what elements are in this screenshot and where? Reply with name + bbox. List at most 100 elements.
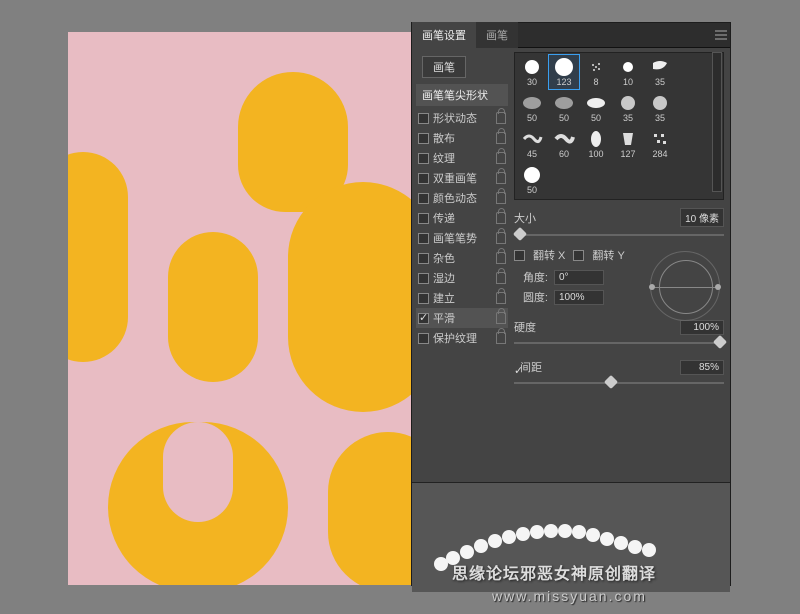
- art-shape: [288, 182, 411, 412]
- angle-control[interactable]: [650, 251, 720, 321]
- option-label: 平滑: [433, 310, 494, 326]
- brush-preset-cell[interactable]: 45: [517, 127, 547, 161]
- brush-grid-scrollbar[interactable]: [712, 52, 722, 192]
- preview-dot: [544, 524, 558, 538]
- brush-option-row[interactable]: 画笔笔势: [416, 228, 508, 248]
- brush-preset-cell[interactable]: 50: [517, 91, 547, 125]
- brush-option-row[interactable]: 颜色动态: [416, 188, 508, 208]
- option-label: 双重画笔: [433, 170, 494, 186]
- lock-icon[interactable]: [496, 252, 506, 264]
- preview-dot: [642, 543, 656, 557]
- preview-dot: [628, 540, 642, 554]
- brush-preset-cell[interactable]: [613, 163, 643, 197]
- brush-preset-cell[interactable]: [677, 127, 707, 161]
- brush-preset-cell[interactable]: [677, 55, 707, 89]
- option-checkbox[interactable]: [418, 293, 429, 304]
- brush-option-row[interactable]: 保护纹理: [416, 328, 508, 348]
- option-checkbox[interactable]: [418, 113, 429, 124]
- option-checkbox[interactable]: [418, 213, 429, 224]
- lock-icon[interactable]: [496, 212, 506, 224]
- brush-preset-cell[interactable]: 100: [581, 127, 611, 161]
- lock-icon[interactable]: [496, 112, 506, 124]
- brush-presets-button[interactable]: 画笔: [422, 56, 466, 78]
- angle-input[interactable]: 0°: [554, 270, 604, 285]
- lock-icon[interactable]: [496, 232, 506, 244]
- brush-preset-cell[interactable]: 50: [517, 163, 547, 197]
- flip-y-checkbox[interactable]: [573, 250, 584, 261]
- option-label: 杂色: [433, 250, 494, 266]
- art-shape: [328, 432, 411, 585]
- spacing-input[interactable]: 85%: [680, 360, 724, 375]
- option-label: 散布: [433, 130, 494, 146]
- lock-icon[interactable]: [496, 312, 506, 324]
- option-checkbox[interactable]: [418, 193, 429, 204]
- spacing-slider[interactable]: [514, 377, 724, 389]
- brush-preset-cell[interactable]: 35: [613, 91, 643, 125]
- option-checkbox[interactable]: [418, 173, 429, 184]
- option-label: 保护纹理: [433, 330, 494, 346]
- option-label: 湿边: [433, 270, 494, 286]
- brush-preset-cell[interactable]: 123: [549, 55, 579, 89]
- tab-brush[interactable]: 画笔: [476, 22, 518, 48]
- brush-option-row[interactable]: 纹理: [416, 148, 508, 168]
- brush-preset-cell[interactable]: 30: [517, 55, 547, 89]
- size-label: 大小: [514, 210, 680, 226]
- lock-icon[interactable]: [496, 192, 506, 204]
- preview-dot: [530, 525, 544, 539]
- option-checkbox[interactable]: [418, 313, 429, 324]
- brush-preset-cell[interactable]: [581, 163, 611, 197]
- roundness-input[interactable]: 100%: [554, 290, 604, 305]
- brush-preset-cell[interactable]: 284: [645, 127, 675, 161]
- option-checkbox[interactable]: [418, 133, 429, 144]
- panel-menu-icon[interactable]: [712, 26, 730, 44]
- brush-preset-cell[interactable]: 35: [645, 55, 675, 89]
- lock-icon[interactable]: [496, 152, 506, 164]
- size-slider[interactable]: [514, 229, 724, 241]
- brush-option-row[interactable]: 湿边: [416, 268, 508, 288]
- preview-dot: [586, 528, 600, 542]
- brush-tip-shape-row[interactable]: 画笔笔尖形状: [416, 84, 508, 106]
- brush-preset-cell[interactable]: 60: [549, 127, 579, 161]
- brush-preset-cell[interactable]: 127: [613, 127, 643, 161]
- brush-preset-cell[interactable]: [549, 163, 579, 197]
- brush-preset-cell[interactable]: [677, 91, 707, 125]
- brush-preset-cell[interactable]: [645, 163, 675, 197]
- brush-preset-cell[interactable]: 35: [645, 91, 675, 125]
- art-shape: [68, 152, 128, 362]
- brush-preset-cell[interactable]: 50: [549, 91, 579, 125]
- option-checkbox[interactable]: [418, 153, 429, 164]
- brush-option-row[interactable]: 双重画笔: [416, 168, 508, 188]
- tab-brush-settings[interactable]: 画笔设置: [412, 22, 476, 48]
- hardness-input[interactable]: 100%: [680, 320, 724, 335]
- option-checkbox[interactable]: [418, 333, 429, 344]
- canvas-area[interactable]: [68, 32, 411, 585]
- option-label: 建立: [433, 290, 494, 306]
- hardness-slider[interactable]: [514, 337, 724, 349]
- brush-option-row[interactable]: 建立: [416, 288, 508, 308]
- option-checkbox[interactable]: [418, 233, 429, 244]
- brush-option-row[interactable]: 散布: [416, 128, 508, 148]
- preview-dot: [600, 532, 614, 546]
- art-shape-cut: [163, 422, 233, 522]
- preview-dot: [614, 536, 628, 550]
- brush-preset-cell[interactable]: 8: [581, 55, 611, 89]
- flip-x-checkbox[interactable]: [514, 250, 525, 261]
- brush-preset-grid[interactable]: 30123810355050503535456010012728450: [514, 52, 724, 200]
- art-shape: [168, 232, 258, 382]
- lock-icon[interactable]: [496, 172, 506, 184]
- brush-preset-cell[interactable]: 50: [581, 91, 611, 125]
- size-input[interactable]: 10 像素: [680, 208, 724, 227]
- brush-option-row[interactable]: 杂色: [416, 248, 508, 268]
- lock-icon[interactable]: [496, 332, 506, 344]
- brush-preset-cell[interactable]: 10: [613, 55, 643, 89]
- option-checkbox[interactable]: [418, 253, 429, 264]
- lock-icon[interactable]: [496, 292, 506, 304]
- lock-icon[interactable]: [496, 132, 506, 144]
- brush-option-row[interactable]: 形状动态: [416, 108, 508, 128]
- brush-preset-cell[interactable]: [677, 163, 707, 197]
- brush-option-row[interactable]: 平滑: [416, 308, 508, 328]
- lock-icon[interactable]: [496, 272, 506, 284]
- option-label: 画笔笔势: [433, 230, 494, 246]
- brush-option-row[interactable]: 传递: [416, 208, 508, 228]
- option-checkbox[interactable]: [418, 273, 429, 284]
